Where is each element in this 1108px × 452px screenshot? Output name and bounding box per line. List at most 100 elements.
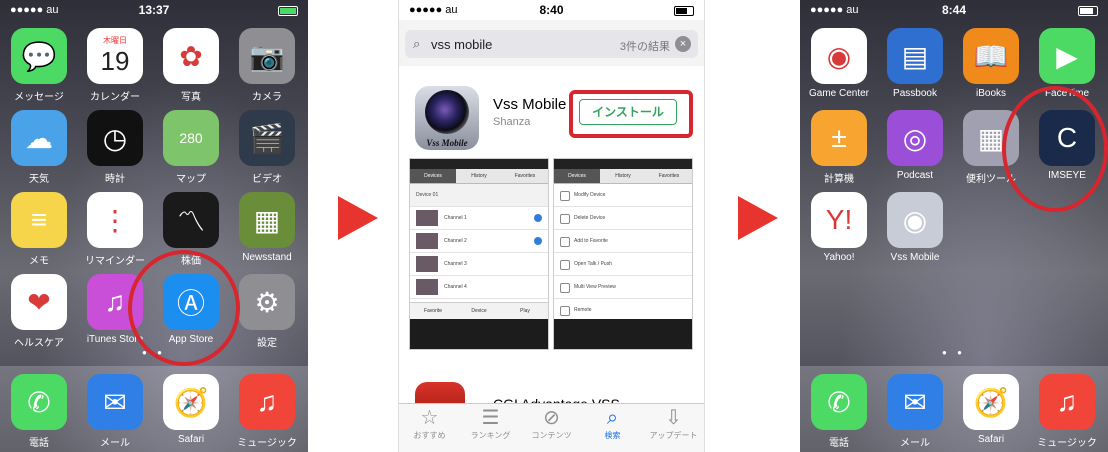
tab-label: コンテンツ	[531, 431, 572, 440]
menu-row: Modify Device	[554, 184, 692, 207]
menu-icon	[560, 191, 570, 201]
settings-app[interactable]: ⚙ 設定	[234, 274, 300, 349]
maps-app[interactable]: 280 マップ	[158, 110, 224, 185]
music-app[interactable]: ♫ ミュージック	[1034, 374, 1100, 449]
menu-icon	[560, 283, 570, 293]
messages-app[interactable]: 💬 メッセージ	[6, 28, 72, 103]
mail-app[interactable]: ✉ メール	[882, 374, 948, 449]
notes-app[interactable]: ≡ メモ	[6, 192, 72, 267]
icon-glyph: ✉	[903, 386, 927, 418]
install-button[interactable]: インストール	[579, 99, 677, 125]
tab-explore[interactable]: ⊘ コンテンツ	[521, 404, 582, 452]
home-screen-1: ●●●●● au 13:37 💬 メッセージ 木曜日 19 カレンダー ✿ 写真 📷 カメラ ☁ 天…	[0, 0, 308, 452]
battery-icon	[1078, 6, 1098, 16]
status-bar: ●●●●● au 8:40	[399, 0, 704, 20]
menu-icon	[560, 260, 570, 270]
tab-updates[interactable]: ⇩ アップデート	[643, 404, 704, 452]
app-label: リマインダー	[85, 256, 145, 267]
podcast-icon: ◎	[887, 110, 943, 166]
explore-icon: ⊘	[543, 407, 560, 429]
phone-app[interactable]: ✆ 電話	[6, 374, 72, 449]
mail-app[interactable]: ✉ メール	[82, 374, 148, 449]
icon-glyph: 🧭	[973, 386, 1009, 418]
ibooks-app[interactable]: 📖 iBooks	[958, 28, 1024, 99]
safari-app[interactable]: 🧭 Safari	[958, 374, 1024, 445]
result-count: 3件の結果	[619, 41, 670, 53]
videos-app[interactable]: 🎬 ビデオ	[234, 110, 300, 185]
messages-icon: 💬	[11, 28, 67, 84]
tab-featured[interactable]: ☆ おすすめ	[399, 404, 460, 452]
app-label: 計算機	[824, 174, 854, 185]
tab-ranking[interactable]: ☰ ランキング	[460, 404, 521, 452]
reminders-app[interactable]: ⋮ リマインダー	[82, 192, 148, 267]
channel-row: Channel 3	[410, 253, 548, 276]
vss-mobile-app-icon[interactable]: Vss Mobile	[415, 86, 479, 150]
vss-mobile-app[interactable]: ◉ Vss Mobile	[882, 192, 948, 263]
game-center-app[interactable]: ◉ Game Center	[806, 28, 872, 99]
camera-icon: 📷	[239, 28, 295, 84]
facetime-icon: ▶	[1039, 28, 1095, 84]
yahoo-app[interactable]: Y! Yahoo!	[806, 192, 872, 263]
health-app[interactable]: ❤ ヘルスケア	[6, 274, 72, 349]
search-bar[interactable]: ⌕ vss mobile 3件の結果 ×	[405, 30, 698, 58]
page-dots: ● ●	[942, 348, 966, 357]
menu-label: Add to Favorite	[574, 238, 608, 244]
channel-label: Channel 1	[444, 215, 467, 221]
icon-glyph: ❤	[27, 286, 51, 318]
icon-glyph: 📷	[249, 40, 285, 72]
app-label: 設定	[257, 338, 277, 349]
app-icon-text: Vss Mobile	[426, 138, 468, 148]
app-name[interactable]: Vss Mobile	[493, 96, 566, 113]
phone-icon: ✆	[811, 374, 867, 430]
photos-app[interactable]: ✿ 写真	[158, 28, 224, 103]
game-center-icon: ◉	[811, 28, 867, 84]
mini-tab: Devices	[410, 169, 456, 183]
check-icon	[534, 237, 542, 245]
podcast-app[interactable]: ◎ Podcast	[882, 110, 948, 181]
passbook-app[interactable]: ▤ Passbook	[882, 28, 948, 99]
calendar-app[interactable]: 木曜日 19 カレンダー	[82, 28, 148, 103]
icon-glyph: 280	[179, 130, 203, 146]
app-label: ミュージック	[1037, 438, 1097, 449]
icon-glyph: ♫	[256, 386, 278, 417]
camera-lens-icon	[425, 90, 469, 134]
channel-thumbnail	[416, 256, 438, 272]
icon-glyph: ◉	[826, 40, 852, 72]
search-query[interactable]: vss mobile	[431, 37, 492, 52]
channel-thumbnail	[416, 210, 438, 226]
calendar-day: 19	[100, 46, 130, 76]
highlight-circle	[1002, 86, 1108, 212]
app-label: Safari	[977, 434, 1005, 445]
safari-app[interactable]: 🧭 Safari	[158, 374, 224, 445]
menu-row: Open Talk / Push	[554, 253, 692, 276]
clock-app[interactable]: ◷ 時計	[82, 110, 148, 185]
tab-label: ランキング	[470, 431, 511, 440]
battery-icon	[674, 6, 694, 16]
app-label: カメラ	[252, 92, 282, 103]
music-app[interactable]: ♫ ミュージック	[234, 374, 300, 449]
icon-glyph: ☁	[25, 122, 53, 154]
reminders-icon: ⋮	[87, 192, 143, 248]
camera-app[interactable]: 📷 カメラ	[234, 28, 300, 103]
tab-search-tab[interactable]: ⌕ 検索	[582, 404, 643, 452]
app-label: Passbook	[893, 88, 937, 99]
tab-label: アップデート	[649, 431, 698, 440]
app-label: Vss Mobile	[890, 252, 940, 263]
dock: ✆ 電話 ✉ メール 🧭 Safari ♫ ミュージック	[800, 366, 1108, 452]
weather-app[interactable]: ☁ 天気	[6, 110, 72, 185]
phone-app[interactable]: ✆ 電話	[806, 374, 872, 449]
mini-tab: History	[471, 173, 487, 179]
calculator-app[interactable]: ± 計算機	[806, 110, 872, 185]
tab-bar: ☆ おすすめ ☰ ランキング ⊘ コンテンツ ⌕ 検索 ⇩ アップデート	[399, 403, 704, 452]
app-label: 時計	[105, 174, 125, 185]
vss-mobile-icon: ◉	[887, 192, 943, 248]
mail-icon: ✉	[87, 374, 143, 430]
icon-glyph: ✆	[27, 386, 51, 418]
featured-icon: ☆	[420, 407, 439, 429]
phone-icon: ✆	[11, 374, 67, 430]
icon-glyph: ✉	[103, 386, 127, 418]
clock-time: 8:44	[941, 3, 967, 17]
clear-icon[interactable]: ×	[675, 36, 691, 52]
screenshot-device-list: Devices History Favorites Device 01 Channe…	[409, 158, 549, 350]
newsstand-app[interactable]: ▦ Newsstand	[234, 192, 300, 263]
